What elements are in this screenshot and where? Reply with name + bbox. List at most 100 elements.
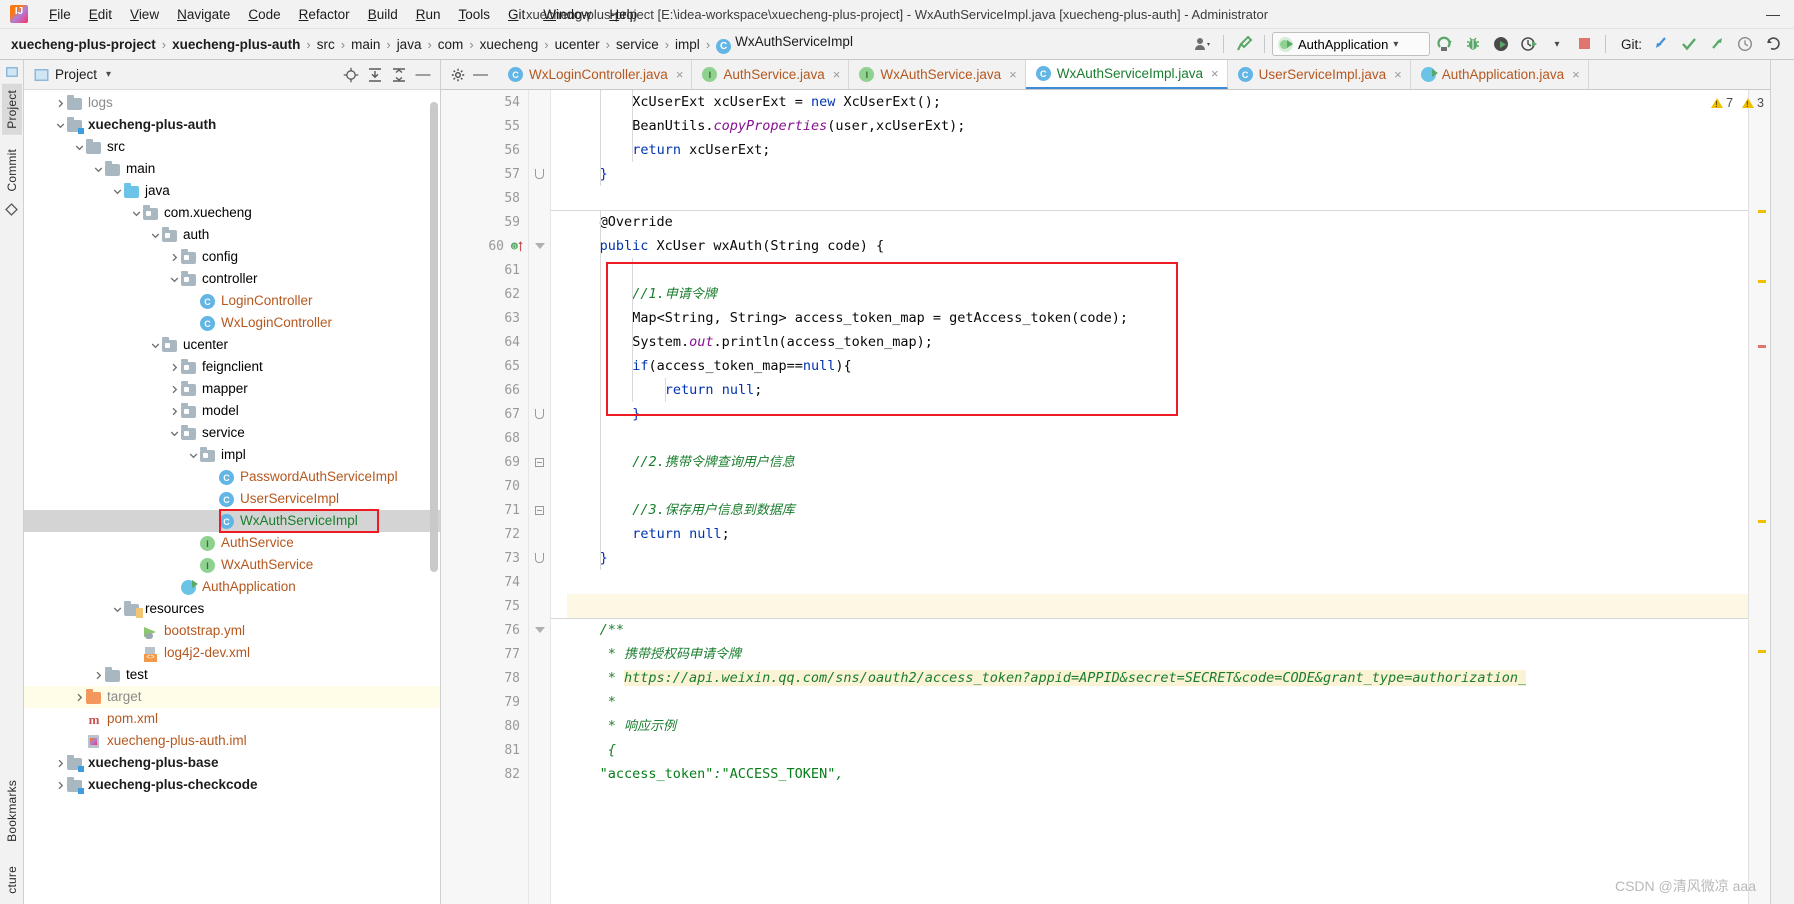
locate-icon[interactable] bbox=[340, 64, 362, 86]
chevron-down-icon[interactable] bbox=[72, 140, 86, 154]
editor-body[interactable]: 54 55 56 57 58 59 60 O 61 62 63 64 65 66 67 68 69 70 71 72 7… bbox=[441, 90, 1770, 904]
git-history-icon[interactable] bbox=[1732, 32, 1758, 56]
override-method-icon[interactable]: O bbox=[510, 239, 524, 253]
tree-node-wxlogincontroller[interactable]: C WxLoginController bbox=[24, 312, 440, 334]
editor-tab-wxauthserviceimpl-java[interactable]: C WxAuthServiceImpl.java × bbox=[1025, 60, 1228, 89]
tree-node-src[interactable]: src bbox=[24, 136, 440, 158]
tree-node-wxauthservice[interactable]: I WxAuthService bbox=[24, 554, 440, 576]
code-line-69[interactable]: //2.携带令牌查询用户信息 bbox=[567, 450, 1748, 474]
tree-node-feignclient[interactable]: feignclient bbox=[24, 356, 440, 378]
coverage-icon[interactable] bbox=[1488, 32, 1514, 56]
tree-node-ucenter[interactable]: ucenter bbox=[24, 334, 440, 356]
tree-node-config[interactable]: config bbox=[24, 246, 440, 268]
chevron-down-icon[interactable] bbox=[129, 206, 143, 220]
tree-node-mapper[interactable]: mapper bbox=[24, 378, 440, 400]
code-line-79[interactable]: * bbox=[567, 690, 1748, 714]
code-line-55[interactable]: BeanUtils.copyProperties(user,xcUserExt)… bbox=[567, 114, 1748, 138]
tree-node-userserviceimpl[interactable]: C UserServiceImpl bbox=[24, 488, 440, 510]
tree-node-xuecheng-plus-auth[interactable]: xuecheng-plus-auth bbox=[24, 114, 440, 136]
project-tree[interactable]: logs xuecheng-plus-auth src main java com.xue… bbox=[24, 90, 440, 904]
editor-tab-wxauthservice-java[interactable]: I WxAuthService.java × bbox=[849, 60, 1026, 89]
stop-icon[interactable] bbox=[1572, 32, 1598, 56]
menu-file[interactable]: File bbox=[40, 4, 80, 25]
tree-node-logincontroller[interactable]: C LoginController bbox=[24, 290, 440, 312]
code-line-63[interactable]: Map<String, String> access_token_map = g… bbox=[567, 306, 1748, 330]
fold-marker-line-60[interactable] bbox=[529, 234, 550, 258]
menu-git[interactable]: Git bbox=[499, 4, 534, 25]
chevron-right-icon[interactable] bbox=[167, 404, 181, 418]
code-line-71[interactable]: //3.保存用户信息到数据库 bbox=[567, 498, 1748, 522]
minimize-button[interactable]: — bbox=[1752, 0, 1794, 28]
chevron-down-icon[interactable] bbox=[167, 426, 181, 440]
code-line-75[interactable] bbox=[567, 594, 1748, 618]
chevron-right-icon[interactable] bbox=[167, 250, 181, 264]
chevron-down-icon[interactable] bbox=[148, 338, 162, 352]
code-line-76[interactable]: /** bbox=[567, 618, 1748, 642]
tree-node-impl[interactable]: impl bbox=[24, 444, 440, 466]
code-line-56[interactable]: return xcUserExt; bbox=[567, 138, 1748, 162]
editor-code-content[interactable]: XcUserExt xcUserExt = new XcUserExt(); Be… bbox=[551, 90, 1748, 904]
tree-node-main[interactable]: main bbox=[24, 158, 440, 180]
code-line-57[interactable]: } bbox=[567, 162, 1748, 186]
tree-node-auth[interactable]: auth bbox=[24, 224, 440, 246]
tree-node-resources[interactable]: resources bbox=[24, 598, 440, 620]
chevron-down-icon[interactable] bbox=[110, 184, 124, 198]
hide-minus-icon[interactable]: — bbox=[473, 67, 488, 82]
code-line-61[interactable] bbox=[567, 258, 1748, 282]
chevron-down-icon[interactable] bbox=[148, 228, 162, 242]
chevron-down-icon[interactable] bbox=[91, 162, 105, 176]
tree-node-xuecheng-plus-auth-iml[interactable]: xuecheng-plus-auth.iml bbox=[24, 730, 440, 752]
git-push-icon[interactable] bbox=[1704, 32, 1730, 56]
menu-build[interactable]: Build bbox=[359, 4, 407, 25]
code-line-70[interactable] bbox=[567, 474, 1748, 498]
menu-refactor[interactable]: Refactor bbox=[290, 4, 359, 25]
collapse-all-icon[interactable] bbox=[388, 64, 410, 86]
user-icon[interactable] bbox=[1190, 32, 1216, 56]
fold-marker-line-69[interactable] bbox=[529, 450, 550, 474]
fold-marker-line-57[interactable] bbox=[529, 162, 550, 186]
close-icon[interactable]: × bbox=[1211, 66, 1219, 81]
code-line-78[interactable]: * https://api.weixin.qq.com/sns/oauth2/a… bbox=[567, 666, 1748, 690]
chevron-down-icon[interactable] bbox=[53, 118, 67, 132]
chevron-down-icon[interactable] bbox=[110, 602, 124, 616]
breadcrumb-item-wxauthserviceimpl[interactable]: C WxAuthServiceImpl bbox=[713, 32, 856, 56]
code-line-77[interactable]: * 携带授权码申请令牌 bbox=[567, 642, 1748, 666]
tree-node-authapplication[interactable]: AuthApplication bbox=[24, 576, 440, 598]
menu-tools[interactable]: Tools bbox=[450, 4, 500, 25]
fold-marker-line-76[interactable] bbox=[529, 618, 550, 642]
tree-node-log4j2-dev-xml[interactable]: log4j2-dev.xml bbox=[24, 642, 440, 664]
inspection-marker[interactable] bbox=[1758, 520, 1766, 523]
menu-run[interactable]: Run bbox=[407, 4, 450, 25]
code-line-54[interactable]: XcUserExt xcUserExt = new XcUserExt(); bbox=[567, 90, 1748, 114]
chevron-right-icon[interactable] bbox=[53, 96, 67, 110]
editor-gutter-fold-column[interactable] bbox=[529, 90, 551, 904]
tree-node-com-xuecheng[interactable]: com.xuecheng bbox=[24, 202, 440, 224]
hide-icon[interactable]: — bbox=[412, 64, 434, 86]
git-update-icon[interactable] bbox=[1648, 32, 1674, 56]
tree-node-wxauthserviceimpl[interactable]: C WxAuthServiceImpl bbox=[24, 509, 440, 533]
breadcrumb-item-ucenter[interactable]: ucenter bbox=[552, 35, 603, 54]
code-line-67[interactable]: } bbox=[567, 402, 1748, 426]
breadcrumb-item-main[interactable]: main bbox=[348, 35, 383, 54]
bug-icon[interactable] bbox=[1460, 32, 1486, 56]
chevron-down-icon[interactable] bbox=[167, 272, 181, 286]
chevron-down-icon-2[interactable]: ▾ bbox=[1544, 32, 1570, 56]
tree-node-controller[interactable]: controller bbox=[24, 268, 440, 290]
code-line-59[interactable]: @Override bbox=[567, 210, 1748, 234]
chevron-right-icon[interactable] bbox=[91, 668, 105, 682]
chevron-right-icon[interactable] bbox=[72, 690, 86, 704]
editor-tab-userserviceimpl-java[interactable]: C UserServiceImpl.java × bbox=[1227, 60, 1411, 89]
inspection-marker[interactable] bbox=[1758, 280, 1766, 283]
code-line-65[interactable]: if(access_token_map==null){ bbox=[567, 354, 1748, 378]
sidebar-item-project[interactable]: Project bbox=[1, 84, 22, 135]
tree-node-xuecheng-plus-checkcode[interactable]: xuecheng-plus-checkcode bbox=[24, 774, 440, 796]
breadcrumb-item-xuecheng-plus-auth[interactable]: xuecheng-plus-auth bbox=[169, 35, 303, 54]
project-tree-scrollbar[interactable] bbox=[430, 102, 438, 572]
menu-window[interactable]: Window bbox=[534, 4, 600, 25]
fold-marker-line-71[interactable] bbox=[529, 498, 550, 522]
menu-view[interactable]: View bbox=[121, 4, 168, 25]
code-line-82[interactable]: "access_token":"ACCESS_TOKEN", bbox=[567, 762, 1748, 786]
rerun-icon[interactable] bbox=[1432, 32, 1458, 56]
close-icon[interactable]: × bbox=[1009, 67, 1017, 82]
tree-node-model[interactable]: model bbox=[24, 400, 440, 422]
